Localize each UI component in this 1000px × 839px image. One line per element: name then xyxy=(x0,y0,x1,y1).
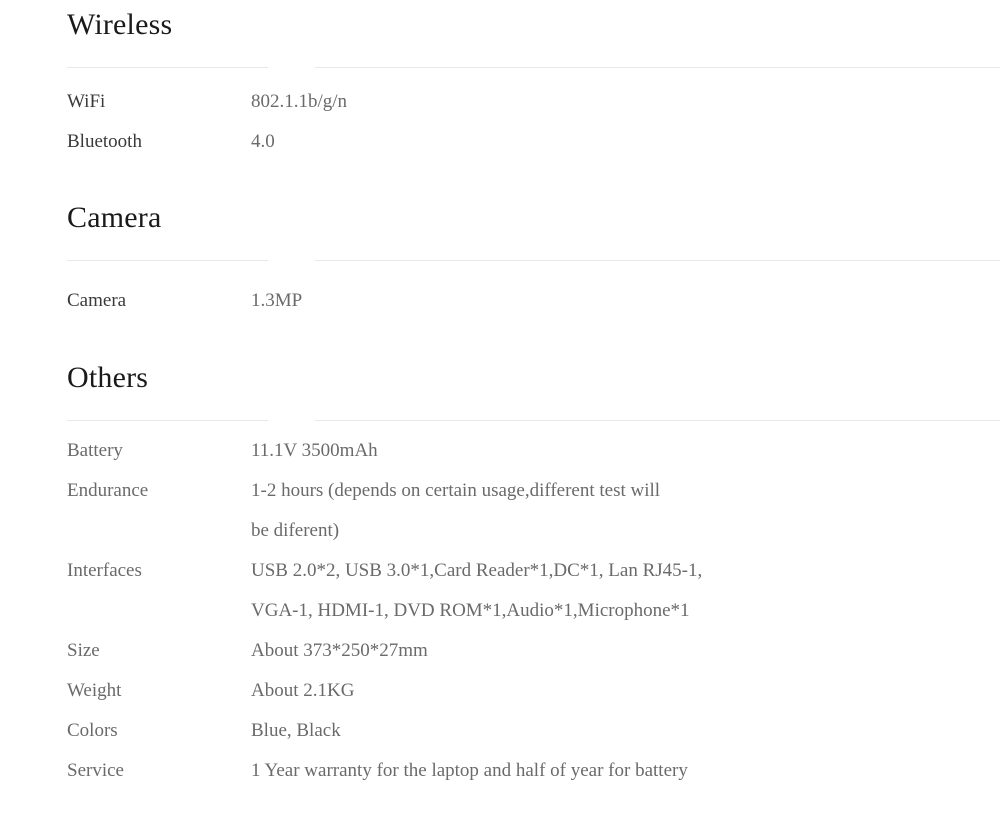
spec-rows-wireless: WiFi 802.1.1b/g/n Bluetooth 4.0 xyxy=(0,68,1000,162)
divider-segment-left xyxy=(67,67,268,68)
spec-label: Size xyxy=(67,640,100,661)
divider-segment-left xyxy=(67,260,268,261)
divider-segment-right xyxy=(315,260,1000,261)
section-heading-others: Others xyxy=(67,361,149,394)
spec-row: Interfaces USB 2.0*2, USB 3.0*1,Card Rea… xyxy=(0,551,1000,631)
spec-rows-others: Battery 11.1V 3500mAh Endurance 1-2 hour… xyxy=(0,421,1000,791)
spec-row: Service 1 Year warranty for the laptop a… xyxy=(0,751,1000,791)
spec-value: 1 Year warranty for the laptop and half … xyxy=(249,751,1000,791)
spec-label: WiFi xyxy=(67,91,106,112)
spec-value-line: 1 Year warranty for the laptop and half … xyxy=(251,760,688,781)
spec-value-line: USB 2.0*2, USB 3.0*1,Card Reader*1,DC*1,… xyxy=(251,560,703,581)
spec-label: Weight xyxy=(67,680,122,701)
spec-label: Camera xyxy=(67,290,127,311)
divider-segment-left xyxy=(67,420,268,421)
spec-value-line: 1.3MP xyxy=(251,290,303,311)
spec-label: Interfaces xyxy=(67,560,142,581)
spec-label: Battery xyxy=(67,440,123,461)
spec-value: About 2.1KG xyxy=(249,671,1000,711)
spec-value-line: 1-2 hours (depends on certain usage,diff… xyxy=(251,480,661,501)
spec-value: 1-2 hours (depends on certain usage,diff… xyxy=(249,471,1000,551)
spec-section-wireless: Wireless WiFi 802.1.1b/g/n Bluetooth 4.0 xyxy=(0,0,1000,162)
spec-row: Size About 373*250*27mm xyxy=(0,631,1000,671)
spec-value-line: be diferent) xyxy=(251,520,340,541)
spec-value-line: Blue, Black xyxy=(251,720,341,741)
specification-page: Wireless WiFi 802.1.1b/g/n Bluetooth 4.0… xyxy=(0,0,1000,839)
spec-value-line: 11.1V 3500mAh xyxy=(251,440,378,461)
section-divider xyxy=(0,260,1000,261)
spec-row: Weight About 2.1KG xyxy=(0,671,1000,711)
spec-label: Colors xyxy=(67,720,118,741)
divider-segment-right xyxy=(315,420,1000,421)
spec-label: Service xyxy=(67,760,124,781)
divider-segment-right xyxy=(315,67,1000,68)
spec-value: Blue, Black xyxy=(249,711,1000,751)
spec-value-line: About 373*250*27mm xyxy=(251,640,428,661)
spec-value: 4.0 xyxy=(249,122,1000,162)
spec-value: 1.3MP xyxy=(249,281,1000,321)
spec-label: Bluetooth xyxy=(67,131,142,152)
spec-value-line: 4.0 xyxy=(251,131,275,152)
spec-value: About 373*250*27mm xyxy=(249,631,1000,671)
spec-label: Endurance xyxy=(67,480,149,501)
spec-section-camera: Camera Camera 1.3MP xyxy=(0,162,1000,321)
spec-row: Camera 1.3MP xyxy=(0,281,1000,321)
section-divider xyxy=(0,67,1000,68)
spec-value: USB 2.0*2, USB 3.0*1,Card Reader*1,DC*1,… xyxy=(249,551,1000,631)
section-divider xyxy=(0,420,1000,421)
section-heading-wireless: Wireless xyxy=(67,8,173,41)
section-heading-camera: Camera xyxy=(67,201,162,234)
spec-row: Colors Blue, Black xyxy=(0,711,1000,751)
spec-row: Endurance 1-2 hours (depends on certain … xyxy=(0,471,1000,551)
spec-row: Battery 11.1V 3500mAh xyxy=(0,431,1000,471)
spec-rows-camera: Camera 1.3MP xyxy=(0,261,1000,321)
spec-value: 802.1.1b/g/n xyxy=(249,82,1000,122)
spec-row: Bluetooth 4.0 xyxy=(0,122,1000,162)
spec-row: WiFi 802.1.1b/g/n xyxy=(0,82,1000,122)
spec-value-line: 802.1.1b/g/n xyxy=(251,91,348,112)
spec-section-others: Others Battery 11.1V 3500mAh Endurance 1… xyxy=(0,321,1000,791)
spec-value-line: VGA-1, HDMI-1, DVD ROM*1,Audio*1,Microph… xyxy=(251,600,690,621)
spec-value: 11.1V 3500mAh xyxy=(249,431,1000,471)
spec-value-line: About 2.1KG xyxy=(251,680,355,701)
